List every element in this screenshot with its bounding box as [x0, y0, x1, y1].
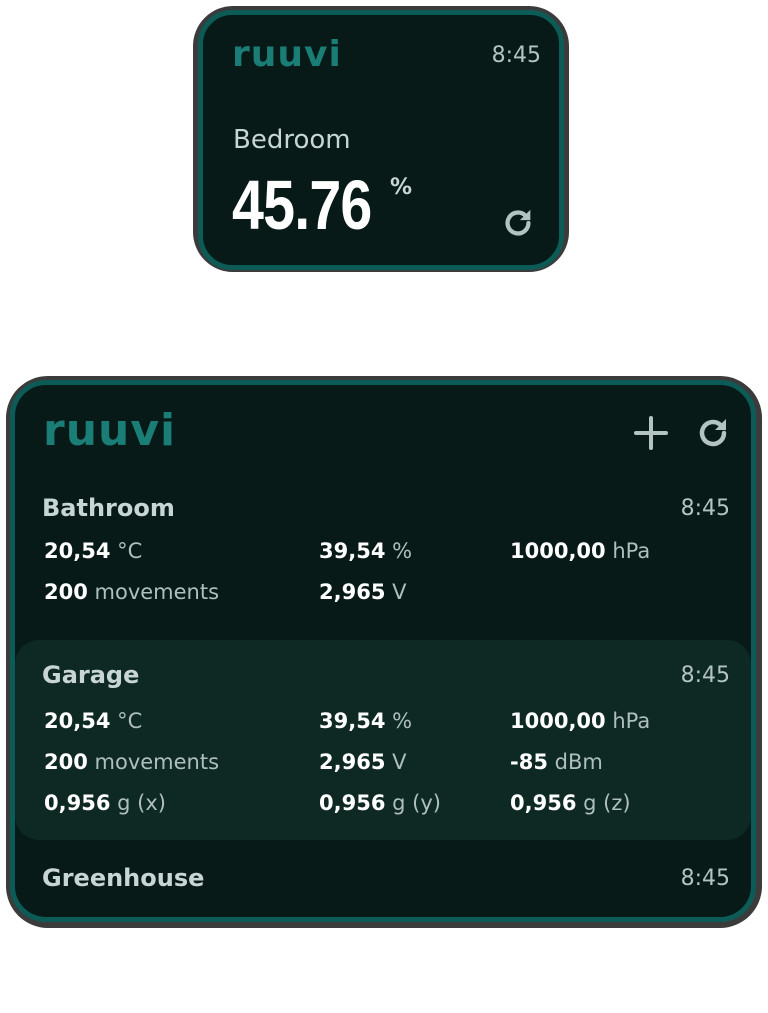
sensor-name: Greenhouse: [42, 864, 205, 892]
acceleration-x-reading: 0,956 g (x): [44, 791, 166, 815]
update-time: 8:45: [680, 866, 730, 891]
sensor-item-bathroom[interactable]: Bathroom 8:45 20,54 °C 39,54 % 1000,00 h…: [15, 493, 751, 623]
update-time: 8:45: [680, 496, 730, 521]
large-widget[interactable]: ruuvi Bathroom 8:45 20,54 °C 39,54 % 100…: [10, 380, 756, 922]
temperature-reading: 20,54 °C: [44, 709, 143, 733]
sensor-item-garage[interactable]: Garage 8:45 20,54 °C 39,54 % 1000,00 hPa…: [15, 640, 751, 840]
acceleration-y-reading: 0,956 g (y): [319, 791, 441, 815]
voltage-reading: 2,965 V: [319, 580, 407, 604]
ruuvi-logo: ruuvi: [232, 34, 342, 75]
movement-reading: 200 movements: [44, 750, 220, 774]
sensor-value: 45.76: [232, 166, 372, 244]
update-time: 8:45: [491, 43, 541, 68]
ruuvi-logo: ruuvi: [43, 405, 177, 456]
temperature-reading: 20,54 °C: [44, 539, 143, 563]
pressure-reading: 1000,00 hPa: [510, 539, 651, 563]
plus-icon[interactable]: [633, 415, 669, 451]
acceleration-z-reading: 0,956 g (z): [510, 791, 631, 815]
voltage-reading: 2,965 V: [319, 750, 407, 774]
movement-reading: 200 movements: [44, 580, 220, 604]
signal-reading: -85 dBm: [510, 750, 603, 774]
humidity-reading: 39,54 %: [319, 709, 413, 733]
pressure-reading: 1000,00 hPa: [510, 709, 651, 733]
update-time: 8:45: [680, 663, 730, 688]
sensor-name: Garage: [42, 661, 140, 689]
small-widget[interactable]: ruuvi 8:45 Bedroom 45.76 %: [198, 10, 564, 270]
sensor-unit: %: [390, 175, 413, 200]
refresh-icon[interactable]: [693, 413, 733, 453]
sensor-name: Bedroom: [233, 125, 351, 155]
sensor-name: Bathroom: [42, 494, 175, 522]
humidity-reading: 39,54 %: [319, 539, 413, 563]
sensor-item-greenhouse[interactable]: Greenhouse 8:45: [15, 863, 751, 903]
refresh-icon[interactable]: [499, 204, 537, 242]
